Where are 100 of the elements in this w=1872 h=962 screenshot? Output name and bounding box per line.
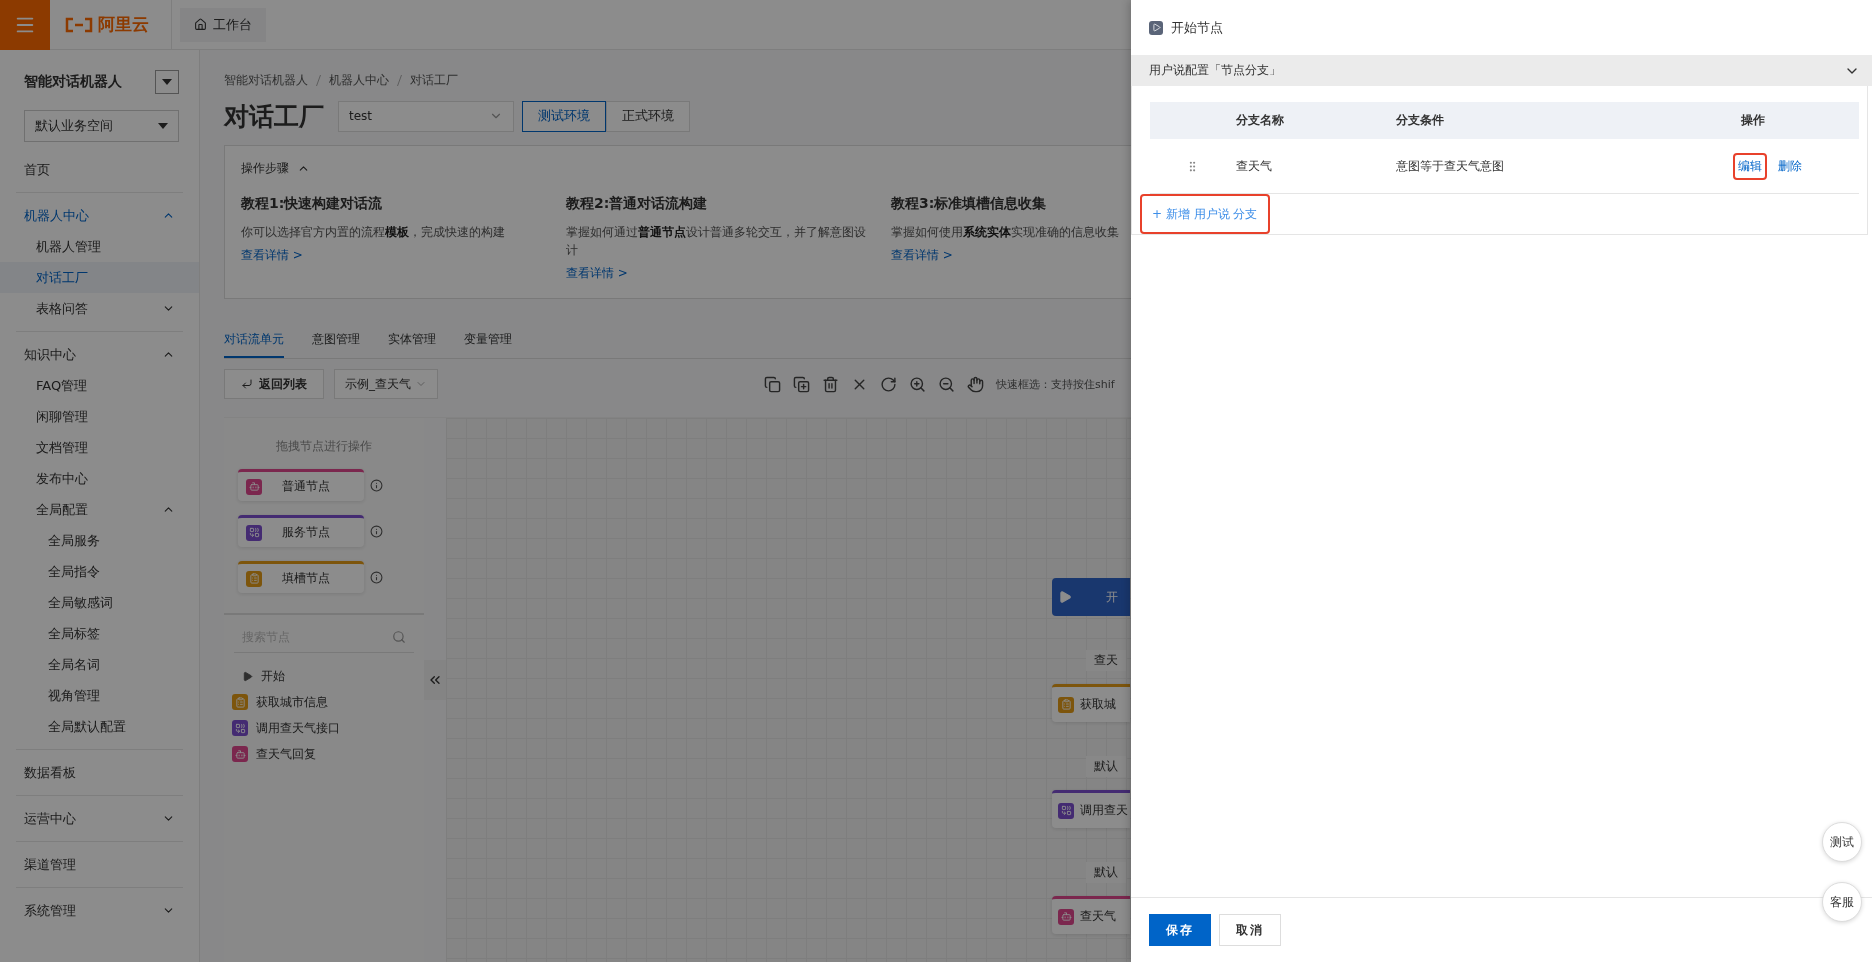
- column-header: 分支名称: [1236, 112, 1285, 129]
- tutorial-title: 教程3:标准填槽信息收集: [891, 195, 1048, 213]
- flow-node[interactable]: 获取城: [1052, 684, 1130, 722]
- nav-item[interactable]: 闲聊管理: [0, 401, 199, 432]
- breadcrumb-item[interactable]: 智能对话机器人: [224, 72, 308, 89]
- nav-item[interactable]: 系统管理: [0, 895, 199, 926]
- menu-button[interactable]: [0, 0, 50, 50]
- zoom-out-icon[interactable]: [938, 375, 955, 393]
- nav-item[interactable]: 全局名词: [0, 649, 199, 680]
- nav-item[interactable]: 渠道管理: [0, 849, 199, 880]
- environment-tab[interactable]: 测试环境: [522, 100, 606, 132]
- steps-title: 操作步骤: [241, 160, 289, 177]
- nav-item[interactable]: 全局配置: [0, 494, 199, 525]
- breadcrumb-item: 对话工厂: [410, 72, 458, 89]
- edge-label: 默认: [1086, 756, 1126, 777]
- nav-item[interactable]: 文档管理: [0, 432, 199, 463]
- drawer-title: 开始节点: [1171, 18, 1223, 37]
- tree-item[interactable]: 开始: [224, 663, 424, 689]
- nav-item[interactable]: 机器人管理: [0, 231, 199, 262]
- tree-item[interactable]: 获取城市信息: [224, 689, 424, 715]
- details-link[interactable]: 查看详情 >: [566, 265, 628, 282]
- node-type-icon: [1058, 802, 1074, 819]
- nav-item[interactable]: 表格问答: [0, 293, 199, 324]
- back-button[interactable]: 返回列表: [224, 369, 324, 399]
- info-icon[interactable]: [370, 478, 383, 492]
- add-branch-link[interactable]: + 新增 用户说 分支: [1140, 194, 1270, 234]
- node-template[interactable]: 服务节点: [238, 515, 364, 547]
- section-header[interactable]: 用户说配置「节点分支」: [1131, 55, 1872, 86]
- nav-item[interactable]: 对话工厂: [0, 262, 199, 293]
- trash-icon[interactable]: [822, 375, 839, 393]
- nav-item[interactable]: 数据看板: [0, 757, 199, 788]
- workspace-select[interactable]: 默认业务空间: [24, 110, 179, 142]
- info-icon[interactable]: [370, 570, 383, 584]
- caret-icon: [158, 123, 168, 129]
- tab[interactable]: 实体管理: [388, 323, 436, 358]
- node-type-icon: [1058, 696, 1074, 713]
- flow-node[interactable]: 查天气: [1052, 896, 1130, 934]
- node-type-icon: [246, 570, 262, 587]
- zoom-in-icon[interactable]: [909, 375, 926, 393]
- node-type-icon: [232, 694, 248, 710]
- tree-item[interactable]: 查天气回复: [224, 741, 424, 767]
- flow-select[interactable]: 示例_查天气: [334, 369, 438, 399]
- return-icon: [241, 378, 253, 390]
- page-title: 对话工厂: [224, 100, 324, 133]
- table-cell-text: 查天气: [1236, 157, 1273, 175]
- play-icon: [1149, 20, 1163, 35]
- caret-icon: [162, 79, 172, 85]
- collapse-panel-button[interactable]: [424, 660, 446, 700]
- nav-item[interactable]: 全局服务: [0, 525, 199, 556]
- toolbar-hint: 快速框选：支持按住shif: [996, 376, 1115, 392]
- breadcrumb-separator-icon: [397, 75, 402, 86]
- nav-item[interactable]: 全局默认配置: [0, 711, 199, 742]
- nav-item[interactable]: 全局敏感词: [0, 587, 199, 618]
- home-icon: [194, 18, 207, 31]
- dropdown-button[interactable]: [155, 70, 179, 94]
- logo-icon: [64, 16, 94, 33]
- node-type-icon: [246, 524, 262, 541]
- node-template[interactable]: 普通节点: [238, 469, 364, 501]
- save-button[interactable]: 保存: [1149, 914, 1211, 946]
- tree-item[interactable]: 调用查天气接口: [224, 715, 424, 741]
- flow-node[interactable]: 开: [1052, 578, 1130, 616]
- nav-item[interactable]: 首页: [0, 154, 199, 185]
- details-link[interactable]: 查看详情 >: [891, 247, 953, 264]
- play-icon: [242, 670, 253, 682]
- logo-text: 阿里云: [98, 13, 149, 36]
- node-template[interactable]: 填槽节点: [238, 561, 364, 593]
- sidebar-title: 智能对话机器人: [24, 73, 122, 91]
- add-copy-icon[interactable]: [793, 375, 810, 393]
- table-cell-text: 意图等于查天气意图: [1396, 157, 1505, 175]
- play-icon: [1058, 590, 1072, 604]
- nav-item[interactable]: 知识中心: [0, 339, 199, 370]
- environment-tab[interactable]: 正式环境: [606, 100, 690, 132]
- nav-item[interactable]: 机器人中心: [0, 200, 199, 231]
- details-link[interactable]: 查看详情 >: [241, 247, 303, 264]
- tutorial-description: 掌握如何通过普通节点设计普通多轮交互，并了解意图设计: [566, 224, 867, 259]
- nav-item[interactable]: 全局标签: [0, 618, 199, 649]
- tutorial-description: 你可以选择官方内置的流程模板，完成快速的构建: [241, 224, 506, 241]
- column-header: 操作: [1741, 112, 1766, 129]
- action-link[interactable]: 编辑: [1733, 152, 1767, 180]
- action-link[interactable]: 删除: [1773, 152, 1807, 180]
- cancel-button[interactable]: 取消: [1219, 914, 1281, 946]
- tutorial-title: 教程1:快速构建对话流: [241, 195, 384, 213]
- refresh-icon[interactable]: [880, 375, 897, 393]
- node-type-icon: [232, 746, 248, 762]
- nav-item[interactable]: 发布中心: [0, 463, 199, 494]
- bot-select[interactable]: test: [338, 100, 514, 132]
- hand-icon[interactable]: [967, 375, 984, 393]
- nav-item[interactable]: 全局指令: [0, 556, 199, 587]
- info-icon[interactable]: [370, 524, 383, 538]
- tab[interactable]: 变量管理: [464, 323, 512, 358]
- copy-icon[interactable]: [764, 375, 781, 393]
- nav-item[interactable]: FAQ管理: [0, 370, 199, 401]
- nav-item[interactable]: 视角管理: [0, 680, 199, 711]
- tab[interactable]: 对话流单元: [224, 323, 284, 358]
- tab[interactable]: 意图管理: [312, 323, 360, 358]
- flow-node[interactable]: 调用查天: [1052, 790, 1130, 828]
- nav-item[interactable]: 运营中心: [0, 803, 199, 834]
- breadcrumb-item[interactable]: 机器人中心: [329, 72, 389, 89]
- workbench-tab[interactable]: 工作台: [180, 7, 266, 42]
- edge-label: 默认: [1086, 862, 1126, 883]
